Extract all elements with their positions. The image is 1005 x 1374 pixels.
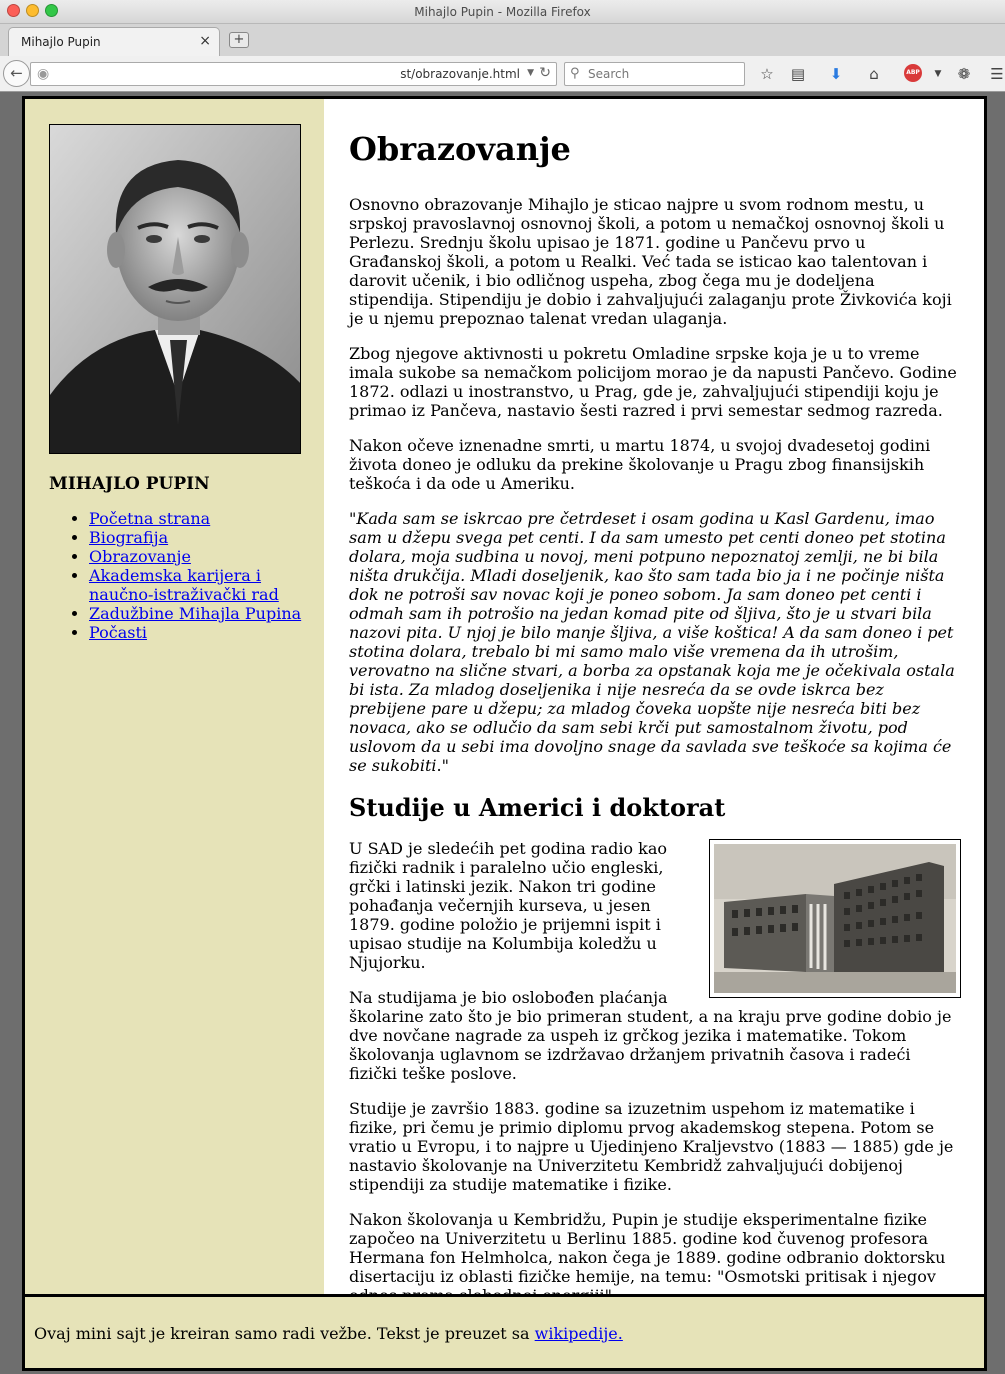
paragraph-6: Studije je završio 1883. godine sa izuze…: [349, 1099, 954, 1194]
search-icon: ⚲: [570, 66, 580, 81]
main-content: Obrazovanje Osnovno obrazovanje Mihajlo …: [349, 129, 961, 1321]
sidebar-name: MIHAJLO PUPIN: [49, 474, 210, 494]
sidebar-nav: Početna strana Biografija Obrazovanje Ak…: [89, 509, 313, 642]
reading-list-icon[interactable]: ▤: [788, 64, 808, 84]
nav-link-pocetna-strana[interactable]: Početna strana: [89, 509, 210, 528]
tab-mihajlo-pupin[interactable]: Mihajlo Pupin ×: [8, 27, 220, 56]
url-dropdown-icon[interactable]: ▼: [527, 68, 534, 78]
url-text: st/obrazovanje.html: [400, 67, 520, 81]
paragraph-2: Zbog njegove aktivnosti u pokretu Omladi…: [349, 344, 957, 420]
tab-close-icon[interactable]: ×: [199, 33, 211, 49]
download-icon[interactable]: ⬇: [826, 64, 846, 84]
globe-icon: ◉: [37, 66, 50, 82]
quote-paragraph: "Kada sam se iskrcao pre četrdeset i osa…: [349, 509, 961, 775]
nav-link-biografija[interactable]: Biografija: [89, 528, 168, 547]
web-page: MIHAJLO PUPIN Početna strana Biografija …: [22, 96, 987, 1371]
nav-link-pocasti[interactable]: Počasti: [89, 623, 147, 642]
footer-text: Ovaj mini sajt je kreiran samo radi vežb…: [34, 1324, 623, 1343]
paragraph-3: Nakon očeve iznenadne smrti, u martu 187…: [349, 436, 931, 493]
page-footer: Ovaj mini sajt je kreiran samo radi vežb…: [25, 1294, 984, 1368]
back-arrow-icon: ←: [10, 64, 23, 82]
sidebar: MIHAJLO PUPIN Početna strana Biografija …: [25, 99, 324, 1294]
quote-text: Kada sam se iskrcao pre četrdeset i osam…: [349, 509, 955, 775]
sidebar-item-obrazovanje: Obrazovanje: [89, 547, 313, 566]
sidebar-item-pocetna: Početna strana: [89, 509, 313, 528]
back-button[interactable]: ←: [3, 60, 30, 87]
sidebar-item-biografija: Biografija: [89, 528, 313, 547]
tab-bar: Mihajlo Pupin × +: [0, 24, 1005, 56]
nav-link-akademska-karijera[interactable]: Akademska karijera i naučno-istraživački…: [89, 566, 279, 604]
nav-link-obrazovanje[interactable]: Obrazovanje: [89, 547, 191, 566]
section-heading: Studije u Americi i doktorat: [349, 793, 726, 822]
footer-note: Ovaj mini sajt je kreiran samo radi vežb…: [34, 1324, 535, 1343]
extension-icon[interactable]: ❁: [954, 64, 974, 84]
search-input[interactable]: ⚲ Search: [564, 62, 745, 86]
reload-icon[interactable]: ↻: [539, 65, 551, 81]
url-bar[interactable]: ◉ st/obrazovanje.html ▼ ↻: [30, 62, 557, 86]
star-icon[interactable]: ☆: [757, 64, 777, 84]
footer-wikipedia-link[interactable]: wikipedije.: [535, 1324, 623, 1343]
quote-close-mark: .": [436, 756, 449, 775]
paragraph-1: Osnovno obrazovanje Mihajlo je sticao na…: [349, 195, 952, 328]
home-icon[interactable]: ⌂: [864, 64, 884, 84]
new-tab-button[interactable]: +: [229, 32, 249, 48]
paragraph-5: Na studijama je bio oslobođen plaćanja š…: [349, 988, 952, 1083]
window-titlebar: Mihajlo Pupin - Mozilla Firefox: [0, 0, 1005, 24]
adblock-dropdown-icon[interactable]: ▼: [928, 64, 948, 84]
search-placeholder: Search: [588, 67, 630, 81]
columbia-building-image: [709, 839, 961, 998]
paragraph-7: Nakon školovanja u Kembridžu, Pupin je s…: [349, 1210, 946, 1305]
portrait-image: [49, 124, 301, 454]
nav-link-zaduzbine[interactable]: Zadužbine Mihajla Pupina: [89, 604, 301, 623]
sidebar-item-zaduzbine: Zadužbine Mihajla Pupina: [89, 604, 313, 623]
menu-icon[interactable]: ☰: [987, 64, 1005, 84]
adblock-icon[interactable]: ABP: [904, 64, 922, 82]
sidebar-item-pocasti: Počasti: [89, 623, 313, 642]
tab-title: Mihajlo Pupin: [21, 35, 101, 49]
page-title: Obrazovanje: [349, 130, 571, 168]
nav-toolbar: ← ◉ st/obrazovanje.html ▼ ↻ ⚲ Search ☆ ▤…: [0, 56, 1005, 92]
window-title: Mihajlo Pupin - Mozilla Firefox: [414, 5, 591, 19]
sidebar-item-akademska: Akademska karijera i naučno-istraživački…: [89, 566, 313, 604]
